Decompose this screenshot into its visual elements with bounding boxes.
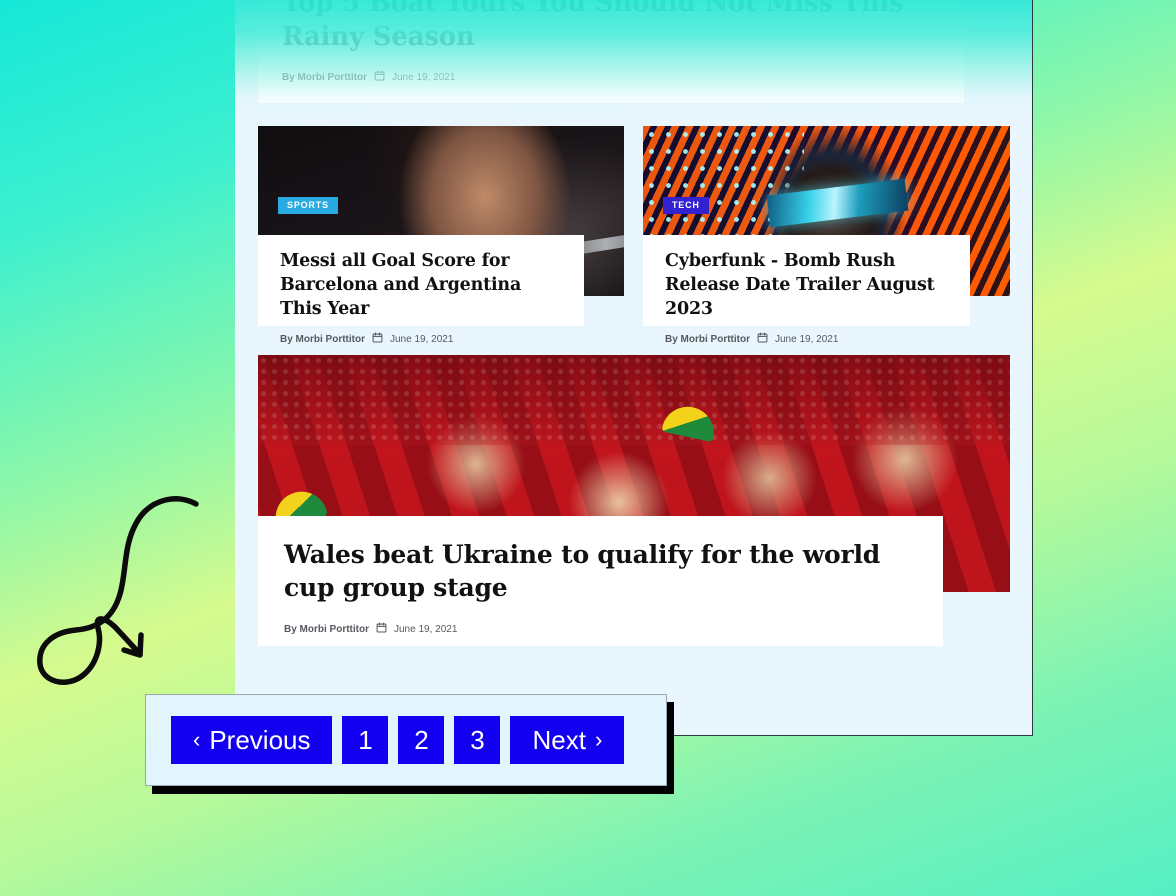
pagination-previous-button[interactable]: ‹ Previous [171,716,333,764]
article-body-cyberfunk: Cyberfunk - Bomb Rush Release Date Trail… [643,235,970,345]
article-author-boat-tours: By Morbi Porttitor [282,71,367,83]
article-date-messi: June 19, 2021 [390,333,454,345]
pagination-page-3-button[interactable]: 3 [454,716,501,764]
article-author-messi: By Morbi Porttitor [280,333,365,345]
article-list-panel: Top 5 Boat Tours You Should Not Miss Thi… [235,0,1033,736]
calendar-icon [374,70,385,84]
article-date-cyberfunk: June 19, 2021 [775,333,839,345]
category-badge-tech[interactable]: TECH [663,197,709,214]
article-body-wales: Wales beat Ukraine to qualify for the wo… [258,516,943,646]
article-meta-boat-tours: By Morbi Porttitor June 19, 2021 [282,70,940,84]
category-badge-sports[interactable]: SPORTS [278,197,338,214]
article-meta-messi: By Morbi Porttitor June 19, 2021 [280,332,566,346]
article-card-cyberfunk[interactable]: TECH Cyberfunk - Bomb Rush Release Date … [643,126,1010,345]
article-body-boat-tours: Top 5 Boat Tours You Should Not Miss Thi… [258,0,964,103]
calendar-icon [757,332,768,346]
pagination-previous-label: Previous [209,725,311,755]
article-title-messi[interactable]: Messi all Goal Score for Barcelona and A… [280,249,566,321]
pagination-bar: ‹ Previous 1 2 3 Next › [145,694,667,786]
crowd-texture [258,355,1010,446]
article-title-boat-tours[interactable]: Top 5 Boat Tours You Should Not Miss Thi… [282,0,940,54]
article-card-messi[interactable]: SPORTS Messi all Goal Score for Barcelon… [258,126,624,345]
article-date-wales: June 19, 2021 [394,623,458,635]
hand-drawn-arrow-decoration [28,478,218,693]
pagination-page-2-button[interactable]: 2 [398,716,445,764]
pagination-next-label: Next [532,725,586,755]
calendar-icon [372,332,383,346]
chevron-right-icon: › [594,727,603,752]
article-date-boat-tours: June 19, 2021 [392,71,456,83]
pagination-next-button[interactable]: Next › [510,716,625,764]
article-meta-cyberfunk: By Morbi Porttitor June 19, 2021 [665,332,952,346]
article-title-wales[interactable]: Wales beat Ukraine to qualify for the wo… [284,538,917,604]
pagination-page-1-button[interactable]: 1 [342,716,389,764]
article-card-boat-tours[interactable]: Top 5 Boat Tours You Should Not Miss Thi… [258,0,964,103]
article-card-wales[interactable]: SPORTS Wales beat Ukraine to qualify for… [258,355,1010,731]
chevron-left-icon: ‹ [193,727,201,752]
article-author-wales: By Morbi Porttitor [284,623,369,635]
arrow-svg [37,496,199,685]
calendar-icon [376,622,387,636]
article-meta-wales: By Morbi Porttitor June 19, 2021 [284,622,917,636]
article-author-cyberfunk: By Morbi Porttitor [665,333,750,345]
article-body-messi: Messi all Goal Score for Barcelona and A… [258,235,584,345]
article-title-cyberfunk[interactable]: Cyberfunk - Bomb Rush Release Date Trail… [665,249,952,321]
